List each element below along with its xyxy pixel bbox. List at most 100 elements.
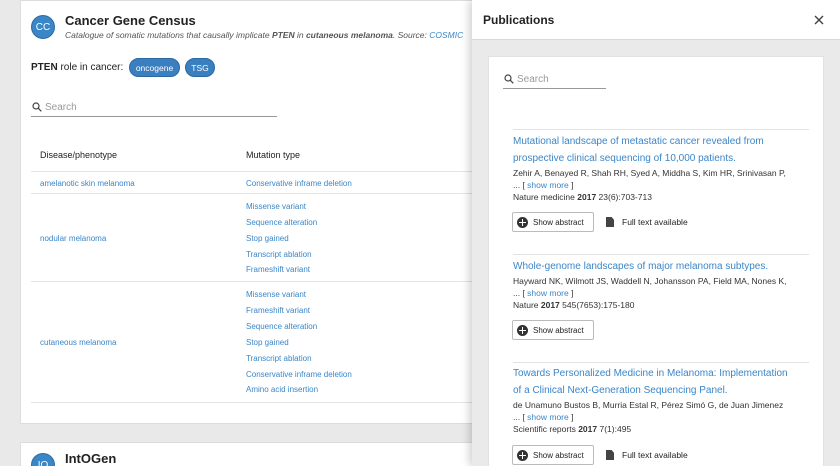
bracket-text: ... [ <box>513 412 528 422</box>
title-line: of a Clinical Next-Generation Sequencing… <box>513 385 728 396</box>
publication-authors: de Unamuno Bustos B, Murria Estal R, Pér… <box>513 400 784 410</box>
bracket-text: ... [ <box>513 180 528 190</box>
publication-divider <box>513 254 809 255</box>
census-subtitle: Catalogue of somatic mutations that caus… <box>65 30 463 40</box>
plus-circle-icon <box>517 450 528 461</box>
search-icon <box>32 102 42 112</box>
show-more-line: ... [ show more ] <box>513 412 573 422</box>
journal-ref: 23(6):703-713 <box>596 192 652 202</box>
close-icon[interactable] <box>812 13 826 27</box>
publication-divider <box>513 129 809 130</box>
title-line: Mutational landscape of metastatic cance… <box>513 136 764 147</box>
role-label: PTEN role in cancer: <box>31 62 123 73</box>
mutation-link[interactable]: Stop gained <box>246 338 289 347</box>
document-icon <box>606 450 614 460</box>
subtitle-disease: cutaneous melanoma <box>305 30 393 40</box>
census-search-input[interactable]: Search <box>31 101 277 117</box>
publications-list-panel: Search Mutational landscape of metastati… <box>488 56 824 466</box>
show-abstract-button[interactable]: Show abstract <box>512 445 594 465</box>
publication-journal: Nature 2017 545(7653):175-180 <box>513 300 634 310</box>
mutation-link[interactable]: Stop gained <box>246 234 289 243</box>
bracket-text: ] <box>568 288 574 298</box>
role-pill-oncogene[interactable]: oncogene <box>129 58 180 77</box>
column-header-disease[interactable]: Disease/phenotype <box>40 150 117 160</box>
intogen-avatar: IO <box>31 453 55 466</box>
search-placeholder: Search <box>517 74 549 85</box>
intogen-card: IO IntOGen <box>20 442 490 466</box>
show-more-link[interactable]: show more <box>527 412 569 422</box>
bracket-text: ] <box>568 412 574 422</box>
publication-divider <box>513 362 809 363</box>
button-label: Show abstract <box>533 325 584 335</box>
drawer-header: Publications <box>472 0 840 40</box>
journal-name: Nature <box>513 300 541 310</box>
mutation-link[interactable]: Missense variant <box>246 202 306 211</box>
plus-circle-icon <box>517 217 528 228</box>
mutation-link[interactable]: Frameshift variant <box>246 265 310 274</box>
full-text-label[interactable]: Full text available <box>622 450 688 460</box>
show-abstract-button[interactable]: Show abstract <box>512 212 594 232</box>
drawer-title: Publications <box>483 13 555 27</box>
column-header-mutation[interactable]: Mutation type <box>246 150 300 160</box>
show-more-line: ... [ show more ] <box>513 288 573 298</box>
journal-ref: 7(1):495 <box>597 424 632 434</box>
census-avatar: CC <box>31 15 55 39</box>
bracket-text: ] <box>568 180 574 190</box>
title-line: Towards Personalized Medicine in Melanom… <box>513 368 788 379</box>
publications-drawer: Publications Search Mutational landscape… <box>472 0 840 466</box>
publication-year: 2017 <box>540 300 560 310</box>
disease-link[interactable]: amelanotic skin melanoma <box>40 179 135 188</box>
subtitle-text: . Source: <box>392 30 430 40</box>
mutation-link[interactable]: Conservative inframe deletion <box>246 179 352 188</box>
subtitle-text: in <box>294 30 306 40</box>
mutation-link[interactable]: Transcript ablation <box>246 250 312 259</box>
disease-link[interactable]: cutaneous melanoma <box>40 338 117 347</box>
full-text-label[interactable]: Full text available <box>622 217 688 227</box>
mutation-link[interactable]: Amino acid insertion <box>246 385 318 394</box>
role-gene: PTEN <box>31 62 58 73</box>
publication-title-link[interactable]: Whole-genome landscapes of major melanom… <box>513 258 803 275</box>
header-divider <box>31 171 481 172</box>
button-label: Show abstract <box>533 450 584 460</box>
journal-ref: 545(7653):175-180 <box>559 300 635 310</box>
publication-authors: Hayward NK, Wilmott JS, Waddell N, Johan… <box>513 276 787 286</box>
publication-journal: Scientific reports 2017 7(1):495 <box>513 424 631 434</box>
show-abstract-button[interactable]: Show abstract <box>512 320 594 340</box>
mutation-link[interactable]: Sequence alteration <box>246 218 317 227</box>
document-icon <box>606 217 614 227</box>
row-divider <box>31 281 481 282</box>
publication-title-link[interactable]: Towards Personalized Medicine in Melanom… <box>513 365 803 399</box>
show-more-line: ... [ show more ] <box>513 180 573 190</box>
row-divider <box>31 193 481 194</box>
publications-search-input[interactable]: Search <box>503 73 606 89</box>
cancer-gene-census-card: CC Cancer Gene Census Catalogue of somat… <box>20 0 490 424</box>
row-divider <box>31 402 481 403</box>
journal-name: Nature medicine <box>513 192 578 202</box>
mutation-link[interactable]: Conservative inframe deletion <box>246 370 352 379</box>
role-label-text: role in cancer: <box>57 62 124 73</box>
mutation-link[interactable]: Sequence alteration <box>246 322 317 331</box>
button-label: Show abstract <box>533 217 584 227</box>
publication-journal: Nature medicine 2017 23(6):703-713 <box>513 192 652 202</box>
intogen-title: IntOGen <box>65 451 117 466</box>
show-more-link[interactable]: show more <box>527 288 569 298</box>
search-icon <box>504 74 514 84</box>
mutation-link[interactable]: Transcript ablation <box>246 354 312 363</box>
search-placeholder: Search <box>45 102 77 113</box>
publication-year: 2017 <box>578 424 598 434</box>
bracket-text: ... [ <box>513 288 528 298</box>
title-line: prospective clinical sequencing of 10,00… <box>513 153 736 164</box>
plus-circle-icon <box>517 325 528 336</box>
mutation-link[interactable]: Frameshift variant <box>246 306 310 315</box>
census-title: Cancer Gene Census <box>65 13 196 28</box>
show-more-link[interactable]: show more <box>527 180 569 190</box>
title-line: Whole-genome landscapes of major melanom… <box>513 261 769 272</box>
journal-name: Scientific reports <box>513 424 579 434</box>
cosmic-link[interactable]: COSMIC <box>429 30 463 40</box>
subtitle-text: Catalogue of somatic mutations that caus… <box>65 30 272 40</box>
role-pill-tsg[interactable]: TSG <box>185 58 215 77</box>
publication-title-link[interactable]: Mutational landscape of metastatic cance… <box>513 133 803 167</box>
disease-link[interactable]: nodular melanoma <box>40 234 106 243</box>
publication-authors: Zehir A, Benayed R, Shah RH, Syed A, Mid… <box>513 168 786 178</box>
mutation-link[interactable]: Missense variant <box>246 290 306 299</box>
